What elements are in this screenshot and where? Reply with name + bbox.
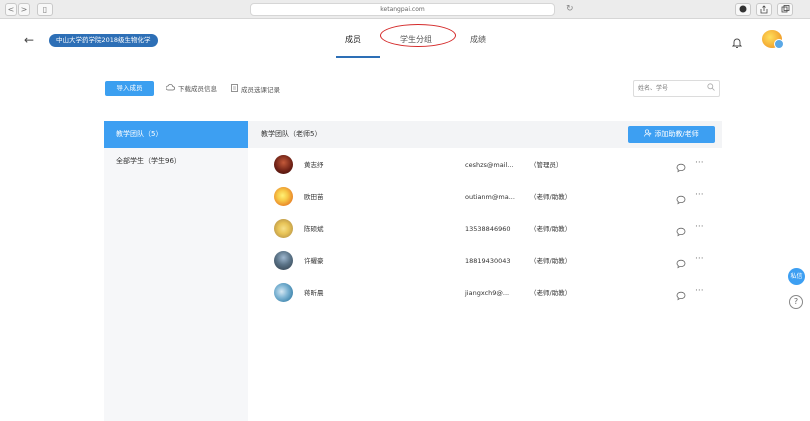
app-header: ← 中山大学药学院2018级生物化学 成员 学生分组 成绩	[0, 20, 810, 60]
tabs-overview-icon[interactable]	[777, 3, 793, 16]
chat-bubble-icon[interactable]	[676, 254, 686, 273]
share-icon[interactable]	[756, 3, 772, 16]
more-options-icon[interactable]: ···	[695, 158, 704, 168]
avatar	[274, 251, 293, 270]
member-contact: ceshzs@mail...	[465, 161, 514, 169]
more-options-icon[interactable]: ···	[695, 190, 704, 200]
download-members-label: 下载成员信息	[178, 85, 217, 93]
bell-icon[interactable]	[731, 34, 743, 53]
avatar	[274, 155, 293, 174]
member-name: 蒋昕晨	[304, 289, 324, 297]
document-icon	[231, 84, 238, 94]
download-members-link[interactable]: 下载成员信息	[165, 84, 217, 94]
member-name: 欧田苗	[304, 193, 324, 201]
more-options-icon[interactable]: ···	[695, 254, 704, 264]
avatar	[274, 219, 293, 238]
browser-back-button[interactable]: <	[5, 3, 17, 16]
browser-toolbar: < > ▯ ketangpai.com ↻	[0, 0, 810, 19]
member-role: （老师/助教）	[530, 225, 572, 233]
teaching-team-title: 教学团队（老师5）	[261, 130, 322, 138]
member-name: 陈硕斌	[304, 225, 324, 233]
member-contact: 18819430043	[465, 257, 511, 265]
tab-grades[interactable]: 成绩	[470, 35, 486, 45]
table-row[interactable]: 陈硕斌 13538846960 （老师/助教） ···	[248, 213, 722, 245]
chat-bubble-icon[interactable]	[676, 158, 686, 177]
table-row[interactable]: 欧田苗 outianm@ma... （老师/助教） ···	[248, 181, 722, 213]
cloud-download-icon	[165, 84, 175, 93]
address-bar[interactable]: ketangpai.com	[250, 3, 555, 16]
member-list-header: 教学团队（老师5） 添加助教/老师	[248, 121, 722, 148]
member-name: 许耀豪	[304, 257, 324, 265]
import-members-button[interactable]: 导入成员	[105, 81, 154, 96]
user-avatar[interactable]	[762, 30, 784, 49]
add-assistant-teacher-label: 添加助教/老师	[654, 130, 699, 138]
active-tab-indicator	[336, 56, 380, 58]
member-role: （老师/助教）	[530, 193, 572, 201]
more-options-icon[interactable]: ···	[695, 222, 704, 232]
more-options-icon[interactable]: ···	[695, 286, 704, 296]
back-arrow-icon[interactable]: ←	[24, 33, 34, 47]
tab-members[interactable]: 成员	[345, 35, 361, 45]
sidebar-item-teaching-team[interactable]: 教学团队（5）	[104, 121, 248, 148]
add-assistant-teacher-button[interactable]: 添加助教/老师	[628, 126, 715, 143]
browser-forward-button[interactable]: >	[18, 3, 30, 16]
course-records-link[interactable]: 成员选课记录	[231, 84, 280, 95]
private-message-button[interactable]: 私信	[788, 268, 805, 285]
member-role: （老师/助教）	[530, 289, 572, 297]
class-name-badge[interactable]: 中山大学药学院2018级生物化学	[49, 34, 158, 47]
reload-icon[interactable]: ↻	[566, 3, 574, 16]
member-category-sidebar: 教学团队（5） 全部学生（学生96）	[104, 121, 248, 421]
chat-bubble-icon[interactable]	[676, 190, 686, 209]
course-records-label: 成员选课记录	[241, 86, 280, 94]
member-role: （老师/助教）	[530, 257, 572, 265]
sidebar-item-all-students[interactable]: 全部学生（学生96）	[104, 148, 248, 175]
member-role: （管理员）	[530, 161, 563, 169]
member-name: 黄志纾	[304, 161, 324, 169]
chat-bubble-icon[interactable]	[676, 222, 686, 241]
avatar	[274, 187, 293, 206]
member-list-panel: 教学团队（老师5） 添加助教/老师 黄志纾 ceshzs@mail... （管理…	[248, 121, 722, 421]
sidebar-toggle-icon[interactable]: ▯	[37, 3, 53, 16]
table-row[interactable]: 许耀豪 18819430043 （老师/助教） ···	[248, 245, 722, 277]
search-icon[interactable]	[707, 83, 715, 93]
member-search-box	[633, 80, 720, 97]
avatar	[274, 283, 293, 302]
member-contact: outianm@ma...	[465, 193, 515, 201]
member-contact: 13538846960	[465, 225, 511, 233]
annotation-circle	[380, 24, 456, 47]
search-input[interactable]	[638, 83, 708, 94]
extension-icon[interactable]	[735, 3, 751, 16]
chat-bubble-icon[interactable]	[676, 286, 686, 305]
member-contact: jiangxch9@...	[465, 289, 510, 297]
add-user-icon	[644, 129, 654, 138]
table-row[interactable]: 蒋昕晨 jiangxch9@... （老师/助教） ···	[248, 277, 722, 309]
help-icon[interactable]: ?	[789, 295, 803, 309]
table-row[interactable]: 黄志纾 ceshzs@mail... （管理员） ···	[248, 149, 722, 181]
